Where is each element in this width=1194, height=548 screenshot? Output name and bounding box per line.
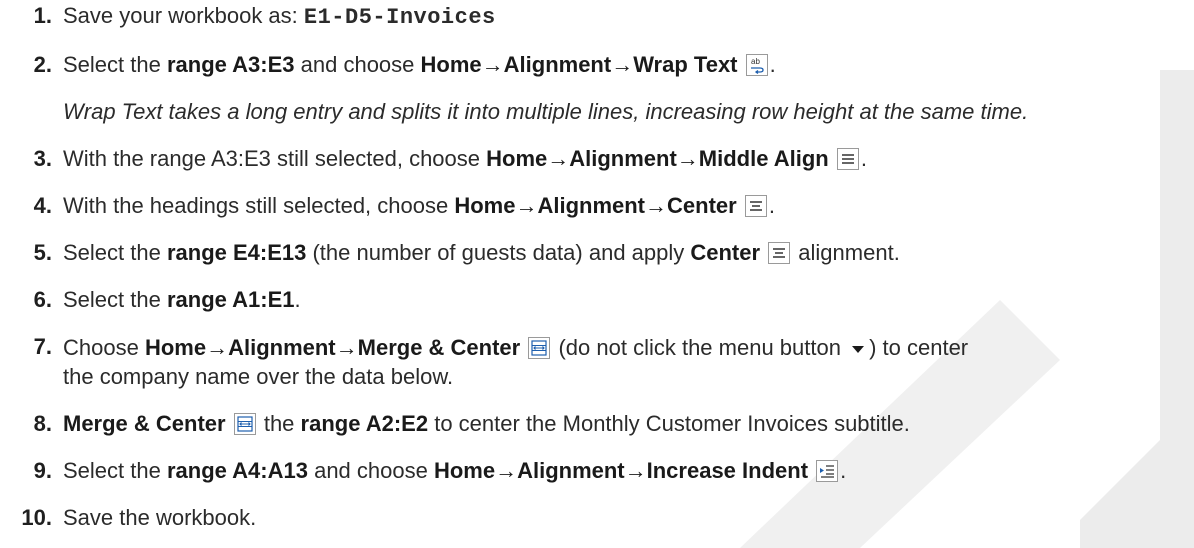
svg-text:ab: ab	[751, 57, 760, 66]
step-2-note: Wrap Text takes a long entry and splits …	[63, 99, 1029, 124]
range-ref: range A1:E1	[166, 287, 295, 312]
step-text: the	[257, 411, 301, 436]
step-text: .	[840, 458, 847, 483]
step-text: ) to center	[869, 335, 969, 360]
step-text: .	[768, 193, 775, 218]
step-number: 3.	[33, 146, 52, 171]
step-text: With the range A3:E3 still selected, cho…	[63, 146, 487, 171]
step-number: 2.	[33, 52, 52, 77]
step-text: the company name over the data below.	[63, 364, 454, 389]
step-text: and choose	[294, 52, 421, 77]
range-ref: range A3:E3	[166, 52, 295, 77]
step-text: alignment.	[792, 240, 900, 265]
center-icon	[768, 242, 791, 264]
step-text: .	[769, 52, 776, 77]
step-text: Choose	[63, 335, 145, 360]
step-text: (the number of guests data) and apply	[306, 240, 691, 265]
step-number: 10.	[21, 505, 52, 530]
command-path: Home→Alignment→Center	[454, 193, 737, 218]
wrap-text-icon: ab	[745, 54, 768, 76]
increase-indent-icon	[816, 460, 839, 482]
range-ref: range A2:E2	[300, 411, 429, 436]
step-number: 6.	[33, 287, 52, 312]
step-text: Select the	[63, 287, 167, 312]
step-text: Select the	[63, 52, 167, 77]
step-number: 7.	[33, 334, 52, 359]
dropdown-arrow-icon	[851, 333, 865, 361]
range-ref: range A4:A13	[166, 458, 308, 483]
command-name: Center	[690, 240, 761, 265]
range-ref: range E4:E13	[166, 240, 307, 265]
center-icon	[744, 195, 767, 217]
step-text: .	[294, 287, 301, 312]
step-number: 1.	[33, 3, 52, 28]
step-text: Save your workbook as:	[63, 3, 304, 28]
command-path: Home→Alignment→Middle Align	[486, 146, 829, 171]
step-number: 8.	[33, 411, 52, 436]
command-name: Merge & Center	[63, 411, 226, 436]
merge-center-icon	[528, 337, 551, 359]
step-text: .	[860, 146, 867, 171]
step-text: to center the Monthly Customer Invoices …	[428, 411, 910, 436]
step-text: With the headings still selected, choose	[63, 193, 455, 218]
middle-align-icon	[836, 148, 859, 170]
command-path: Home→Alignment→Wrap Text	[420, 52, 738, 77]
step-text: and choose	[307, 458, 434, 483]
command-path: Home→Alignment→Merge & Center	[144, 335, 521, 360]
command-path: Home→Alignment→Increase Indent	[433, 458, 809, 483]
file-name: E1-D5-Invoices	[303, 5, 496, 30]
merge-center-icon	[233, 413, 256, 435]
step-text: Select the	[63, 240, 167, 265]
step-number: 9.	[33, 458, 52, 483]
step-text: Select the	[63, 458, 167, 483]
step-text: (do not click the menu button	[552, 335, 848, 360]
step-number: 4.	[33, 193, 52, 218]
step-number: 5.	[33, 240, 52, 265]
step-text: Save the workbook.	[63, 505, 257, 530]
